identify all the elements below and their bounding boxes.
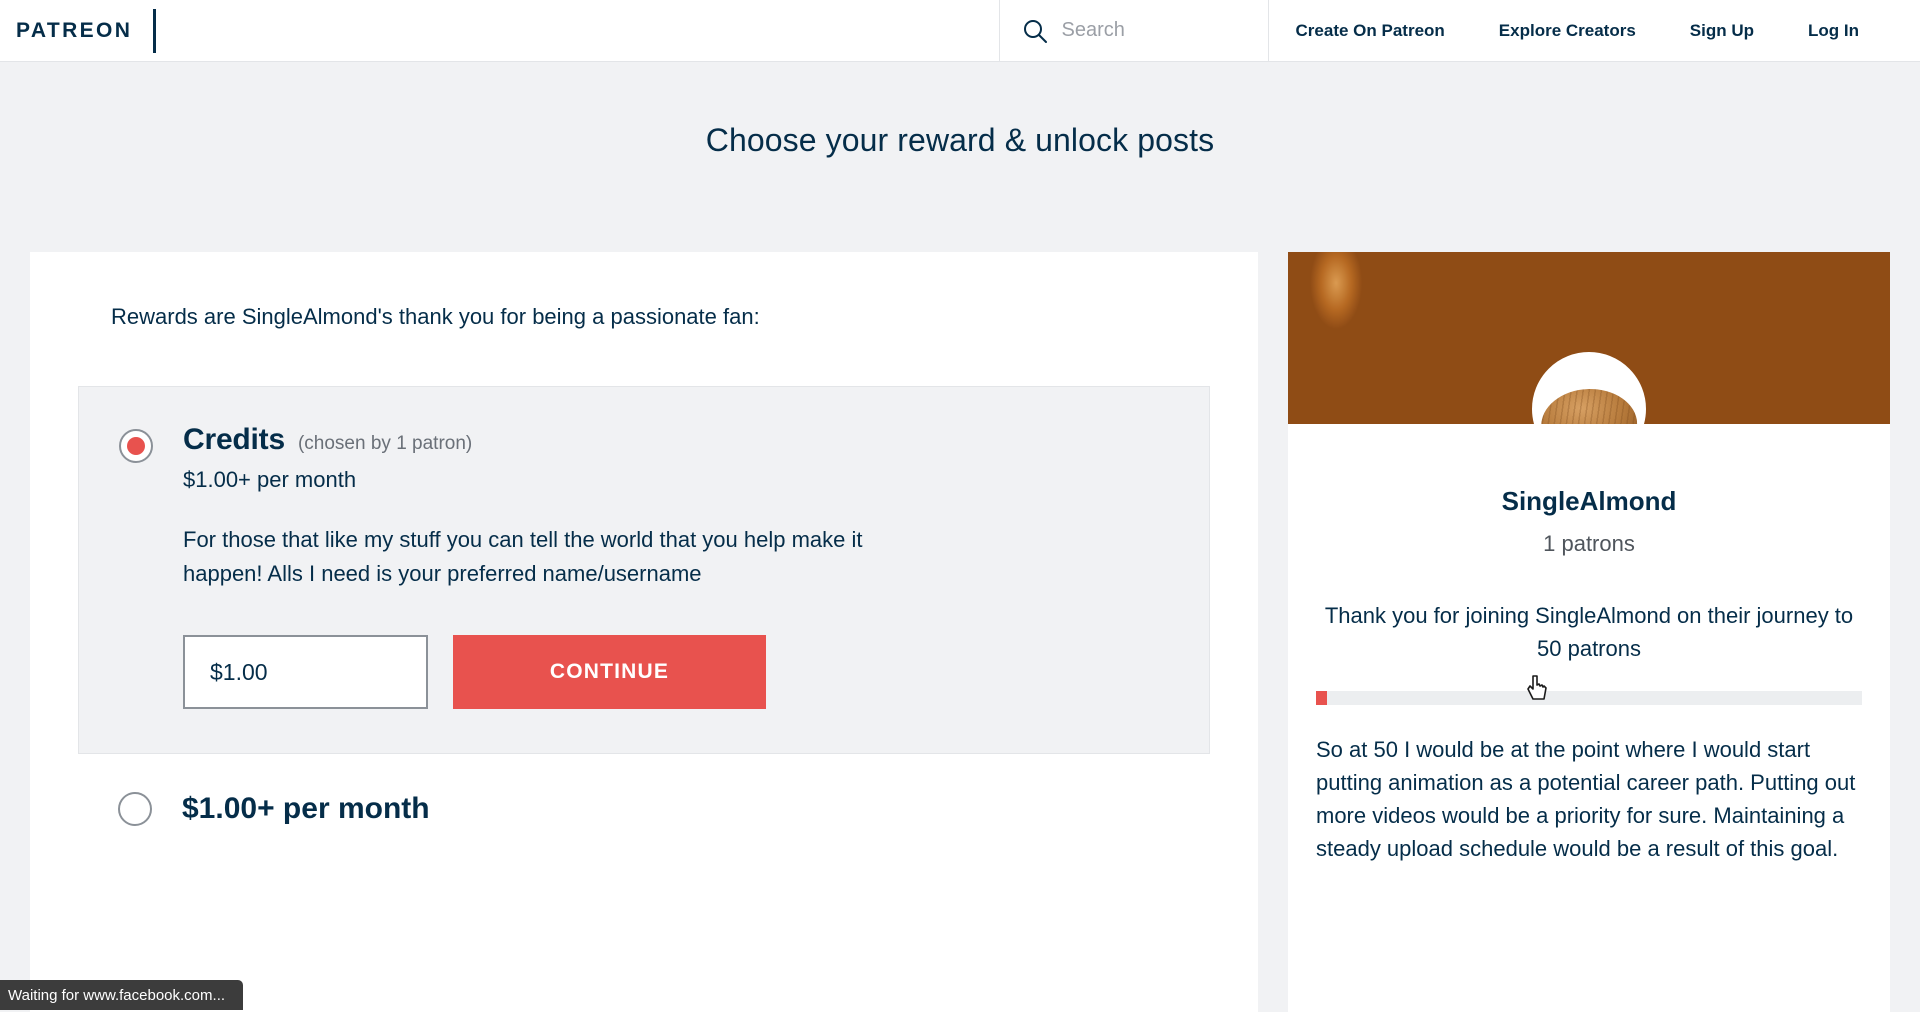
reward-selection-card: Rewards are SingleAlmond's thank you for… <box>30 252 1258 1012</box>
header-nav: Create On Patreon Explore Creators Sign … <box>1269 0 1920 61</box>
nav-explore-creators[interactable]: Explore Creators <box>1472 21 1663 41</box>
creator-banner-image <box>1288 252 1890 424</box>
reward-tier-credits-title-row: Credits (chosen by 1 patron) <box>183 423 1169 457</box>
goal-progress-bar <box>1316 691 1862 705</box>
page-body: Choose your reward & unlock posts Reward… <box>0 62 1920 1010</box>
brand-zone: PATREON <box>0 0 156 61</box>
browser-status-bar: Waiting for www.facebook.com... <box>0 980 243 1010</box>
creator-info-card: SingleAlmond 1 patrons Thank you for joi… <box>1288 252 1890 1012</box>
creator-patron-count: 1 patrons <box>1288 531 1890 557</box>
goal-progress-fill <box>1316 691 1327 705</box>
content-layout: Rewards are SingleAlmond's thank you for… <box>30 252 1890 1012</box>
reward-tier-dollar-one-label: $1.00+ per month <box>182 792 430 826</box>
search-container[interactable] <box>999 0 1269 61</box>
page-title: Choose your reward & unlock posts <box>0 62 1920 159</box>
nav-log-in[interactable]: Log In <box>1781 21 1886 41</box>
reward-tier-dollar-one-radio[interactable] <box>118 792 152 826</box>
nav-sign-up[interactable]: Sign Up <box>1663 21 1781 41</box>
reward-tier-credits-name: Credits <box>183 423 285 457</box>
goal-headline: Thank you for joining SingleAlmond on th… <box>1322 599 1856 665</box>
site-header: PATREON Create On Patreon Explore Creato… <box>0 0 1920 62</box>
search-input[interactable] <box>1062 19 1242 42</box>
reward-tier-credits-chosen-count: (chosen by 1 patron) <box>298 433 472 455</box>
creator-name: SingleAlmond <box>1288 486 1890 517</box>
radio-selected-dot <box>127 437 145 455</box>
reward-tier-credits-body: Credits (chosen by 1 patron) $1.00+ per … <box>183 423 1169 709</box>
reward-tier-credits-price: $1.00+ per month <box>183 467 1169 493</box>
pledge-amount-input[interactable] <box>183 635 428 709</box>
goal-description: So at 50 I would be at the point where I… <box>1316 733 1862 865</box>
continue-button[interactable]: CONTINUE <box>453 635 766 709</box>
almond-icon <box>1540 387 1638 424</box>
header-spacer <box>156 0 998 61</box>
reward-tier-credits-actions: CONTINUE <box>183 635 1169 709</box>
status-bar-text: Waiting for www.facebook.com... <box>8 987 225 1004</box>
nav-create-on-patreon[interactable]: Create On Patreon <box>1269 21 1472 41</box>
rewards-intro-text: Rewards are SingleAlmond's thank you for… <box>111 304 1210 330</box>
reward-tier-credits-description: For those that like my stuff you can tel… <box>183 523 923 591</box>
reward-tier-credits-radio[interactable] <box>119 429 153 463</box>
reward-tier-dollar-one[interactable]: $1.00+ per month <box>78 754 1210 864</box>
reward-tier-credits[interactable]: Credits (chosen by 1 patron) $1.00+ per … <box>78 386 1210 754</box>
search-icon <box>1022 18 1048 44</box>
patreon-logo[interactable]: PATREON <box>16 20 132 41</box>
